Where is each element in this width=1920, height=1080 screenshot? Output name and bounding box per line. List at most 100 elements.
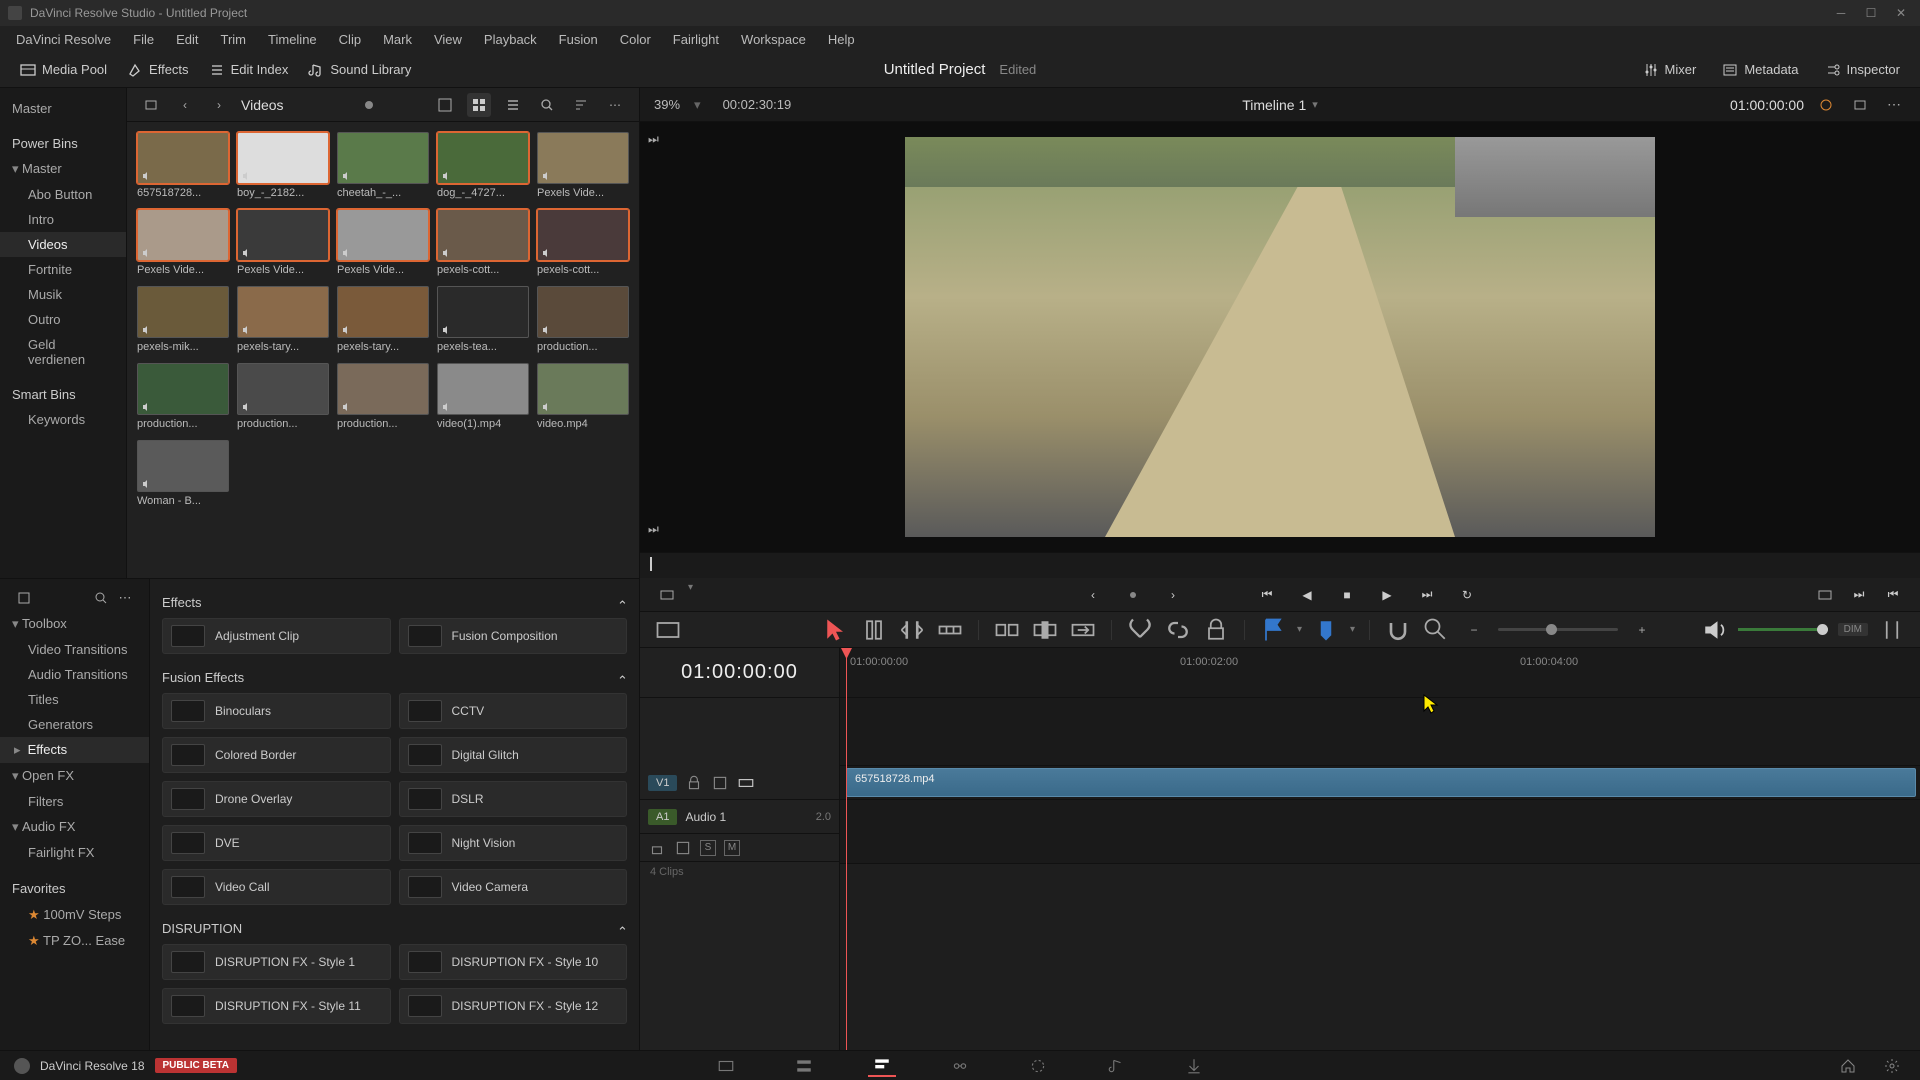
- bin-intro[interactable]: Intro: [0, 207, 126, 232]
- zoom-out[interactable]: −: [1460, 616, 1488, 644]
- search-button[interactable]: [535, 93, 559, 117]
- fx-section-fusion[interactable]: Fusion Effects⌃: [162, 670, 627, 685]
- match-frame-button[interactable]: [1812, 582, 1838, 608]
- media-clip[interactable]: pexels-mik...: [137, 286, 229, 353]
- media-clip[interactable]: dog_-_4727...: [437, 132, 529, 199]
- fx-adjustment-clip[interactable]: Adjustment Clip: [162, 618, 391, 654]
- media-clip[interactable]: video.mp4: [537, 363, 629, 430]
- play-reverse-button[interactable]: ◀: [1294, 582, 1320, 608]
- media-clip[interactable]: production...: [537, 286, 629, 353]
- volume-slider[interactable]: [1738, 628, 1828, 631]
- media-clip[interactable]: cheetah_-_...: [337, 132, 429, 199]
- timeline-name[interactable]: Timeline 1: [1242, 97, 1306, 113]
- zoom-in[interactable]: +: [1628, 616, 1656, 644]
- fx-tree-effects[interactable]: ▸ Effects: [0, 737, 149, 763]
- media-clip[interactable]: Pexels Vide...: [237, 209, 329, 276]
- options-menu[interactable]: ⋯: [603, 93, 627, 117]
- auto-select-icon[interactable]: [711, 774, 729, 792]
- media-clip[interactable]: Pexels Vide...: [137, 209, 229, 276]
- menu-timeline[interactable]: Timeline: [258, 29, 327, 50]
- menu-davinci-resolve[interactable]: DaVinci Resolve: [6, 29, 121, 50]
- fx-item[interactable]: DISRUPTION FX - Style 12: [399, 988, 628, 1024]
- menu-workspace[interactable]: Workspace: [731, 29, 816, 50]
- viewer[interactable]: ⏭ ⏭: [640, 122, 1920, 552]
- home-button[interactable]: [1834, 1055, 1862, 1077]
- page-fairlight[interactable]: [1102, 1055, 1130, 1077]
- bin-videos[interactable]: Videos: [0, 232, 126, 257]
- timeline-view-button[interactable]: [654, 582, 680, 608]
- stop-button[interactable]: ■: [1334, 582, 1360, 608]
- view-list[interactable]: [501, 93, 525, 117]
- menu-playback[interactable]: Playback: [474, 29, 547, 50]
- video-track-1[interactable]: 657518728.mp4: [840, 766, 1920, 800]
- media-clip[interactable]: pexels-tary...: [237, 286, 329, 353]
- bin-dropdown[interactable]: [139, 93, 163, 117]
- viewer-timecode[interactable]: 01:00:00:00: [1730, 97, 1804, 113]
- nav-next[interactable]: ›: [1160, 582, 1186, 608]
- blade-tool[interactable]: [936, 616, 964, 644]
- timeline-ruler[interactable]: 01:00:00:00 01:00:02:00 01:00:04:00: [840, 648, 1920, 698]
- audio-options[interactable]: [1878, 616, 1906, 644]
- fx-item[interactable]: Drone Overlay: [162, 781, 391, 817]
- skip-end-icon[interactable]: ⏭: [648, 522, 668, 542]
- nav-back[interactable]: ‹: [173, 93, 197, 117]
- bin-musik[interactable]: Musik: [0, 282, 126, 307]
- favorite-item[interactable]: ★ 100mV Steps: [0, 902, 149, 928]
- nav-prev[interactable]: ‹: [1080, 582, 1106, 608]
- page-cut[interactable]: [790, 1055, 818, 1077]
- minimize-button[interactable]: ─: [1834, 6, 1848, 20]
- playhead[interactable]: [846, 648, 847, 1050]
- media-clip[interactable]: pexels-tea...: [437, 286, 529, 353]
- menu-mark[interactable]: Mark: [373, 29, 422, 50]
- fx-section-disruption[interactable]: DISRUPTION⌃: [162, 921, 627, 936]
- audio-track-1[interactable]: [840, 800, 1920, 864]
- menu-fairlight[interactable]: Fairlight: [663, 29, 729, 50]
- page-deliver[interactable]: [1180, 1055, 1208, 1077]
- play-button[interactable]: ▶: [1374, 582, 1400, 608]
- media-clip[interactable]: Pexels Vide...: [537, 132, 629, 199]
- fx-item[interactable]: DISRUPTION FX - Style 11: [162, 988, 391, 1024]
- mixer-toggle[interactable]: Mixer: [1633, 57, 1707, 83]
- fx-item[interactable]: CCTV: [399, 693, 628, 729]
- dim-badge[interactable]: DIM: [1838, 623, 1868, 636]
- overwrite-button[interactable]: [1031, 616, 1059, 644]
- fx-item[interactable]: DVE: [162, 825, 391, 861]
- fx-item[interactable]: DISRUPTION FX - Style 10: [399, 944, 628, 980]
- bin-outro[interactable]: Outro: [0, 307, 126, 332]
- maximize-button[interactable]: ☐: [1864, 6, 1878, 20]
- prev-clip-button[interactable]: ⏮: [1880, 582, 1906, 608]
- settings-button[interactable]: [1878, 1055, 1906, 1077]
- fx-filters[interactable]: Filters: [0, 789, 149, 814]
- marker-button[interactable]: [1312, 616, 1340, 644]
- media-clip[interactable]: production...: [337, 363, 429, 430]
- page-media[interactable]: [712, 1055, 740, 1077]
- view-metadata[interactable]: [433, 93, 457, 117]
- insert-button[interactable]: [993, 616, 1021, 644]
- bin-abo-button[interactable]: Abo Button: [0, 182, 126, 207]
- zoom-to-fit[interactable]: [1422, 616, 1450, 644]
- viewer-scrubber[interactable]: [640, 552, 1920, 578]
- bin-geld-verdienen[interactable]: Geld verdienen: [0, 332, 126, 372]
- lock-icon[interactable]: [648, 839, 666, 857]
- fx-tree-titles[interactable]: Titles: [0, 687, 149, 712]
- bypass-grades-icon[interactable]: [1814, 93, 1838, 117]
- media-clip[interactable]: 657518728...: [137, 132, 229, 199]
- replace-button[interactable]: [1069, 616, 1097, 644]
- dynamic-trim-tool[interactable]: [898, 616, 926, 644]
- viewer-options[interactable]: ⋯: [1882, 93, 1906, 117]
- fx-item[interactable]: Night Vision: [399, 825, 628, 861]
- effects-options[interactable]: ⋯: [113, 586, 137, 610]
- lock-icon[interactable]: [685, 774, 703, 792]
- fx-fairlight[interactable]: Fairlight FX: [0, 840, 149, 865]
- bin-fortnite[interactable]: Fortnite: [0, 257, 126, 282]
- fx-fusion-composition[interactable]: Fusion Composition: [399, 618, 628, 654]
- fx-tree-audio-transitions[interactable]: Audio Transitions: [0, 662, 149, 687]
- fx-item[interactable]: DISRUPTION FX - Style 1: [162, 944, 391, 980]
- video-track-header[interactable]: V1: [640, 766, 839, 800]
- media-clip[interactable]: pexels-cott...: [537, 209, 629, 276]
- close-button[interactable]: ✕: [1894, 6, 1908, 20]
- fx-section-effects[interactable]: Effects⌃: [162, 595, 627, 610]
- selection-tool[interactable]: [822, 616, 850, 644]
- loop-button[interactable]: ↻: [1454, 582, 1480, 608]
- media-pool-toggle[interactable]: Media Pool: [10, 57, 117, 83]
